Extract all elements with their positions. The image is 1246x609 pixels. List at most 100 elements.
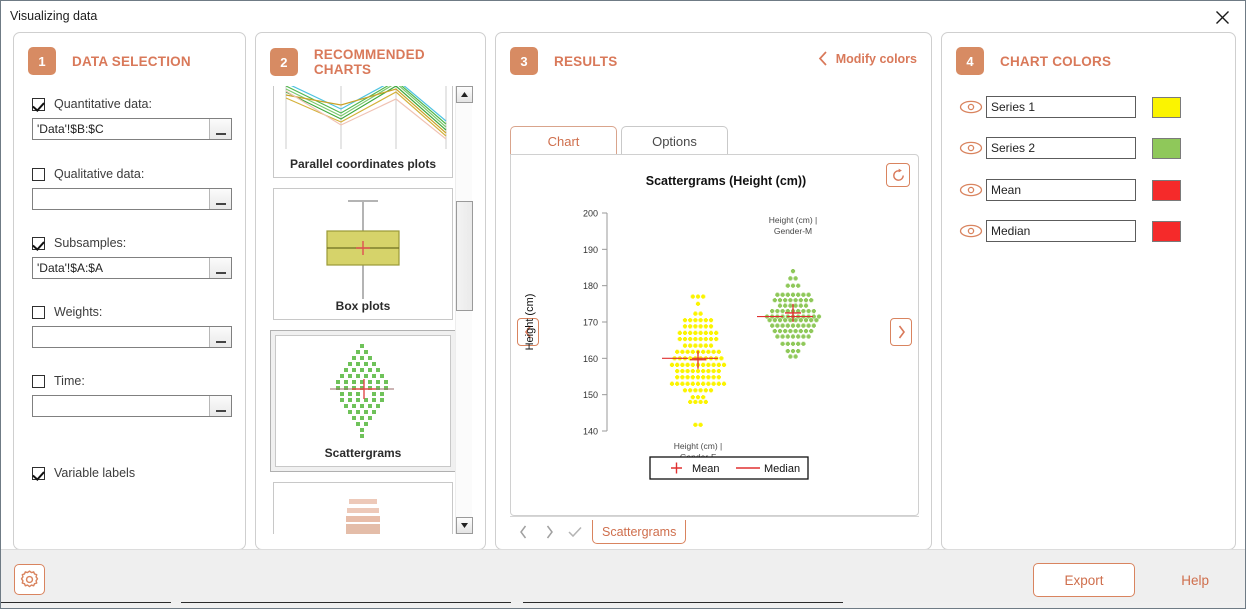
footer-tab-scattergrams[interactable]: Scattergrams bbox=[592, 520, 687, 544]
close-icon[interactable] bbox=[1207, 5, 1237, 29]
field-weights: Weights: bbox=[32, 304, 232, 348]
color-row-series-2 bbox=[956, 137, 1221, 159]
chart-thumbnail-list[interactable]: Parallel coordinates plots Box plots Sca… bbox=[270, 86, 473, 534]
svg-text:Height (cm) |: Height (cm) | bbox=[674, 441, 723, 451]
tab-options[interactable]: Options bbox=[621, 126, 728, 155]
box-plot-icon bbox=[326, 200, 400, 299]
input-qualitative-data[interactable] bbox=[33, 189, 209, 209]
chart-thumb-parallel-coordinates[interactable]: Parallel coordinates plots bbox=[273, 86, 453, 178]
color-row-mean bbox=[956, 179, 1221, 201]
eye-icon[interactable] bbox=[956, 100, 986, 114]
export-button[interactable]: Export bbox=[1033, 563, 1135, 597]
svg-text:160: 160 bbox=[583, 354, 598, 364]
color-swatch-series-1[interactable] bbox=[1152, 96, 1181, 118]
chart-colors-panel: 4 CHART COLORS bbox=[941, 32, 1236, 550]
results-panel: 3 RESULTS Modify colors Chart Options Sc… bbox=[495, 32, 932, 550]
series-name-input-2[interactable] bbox=[986, 137, 1136, 159]
checkbox-time[interactable] bbox=[32, 374, 45, 388]
field-quantitative-data: Quantitative data: bbox=[32, 96, 232, 140]
checkbox-weights[interactable] bbox=[32, 305, 45, 319]
input-weights[interactable] bbox=[33, 327, 209, 347]
chart-colors-header: 4 CHART COLORS bbox=[956, 47, 1111, 75]
footer-next-icon[interactable] bbox=[536, 520, 562, 544]
charts-scrollbar[interactable] bbox=[455, 86, 473, 534]
range-picker-quantitative-icon[interactable] bbox=[209, 119, 231, 139]
recommended-charts-panel: 2 RECOMMENDED CHARTS Parallel coordinate… bbox=[255, 32, 486, 550]
chart-colors-title: CHART COLORS bbox=[1000, 53, 1112, 69]
data-selection-panel: 1 DATA SELECTION Quantitative data: Qual… bbox=[13, 32, 246, 550]
footer-check-icon[interactable] bbox=[562, 520, 588, 544]
gear-icon[interactable] bbox=[14, 564, 45, 595]
field-time: Time: bbox=[32, 373, 232, 417]
chart-thumb-label-box-plots: Box plots bbox=[335, 299, 391, 313]
color-swatch-mean[interactable] bbox=[1152, 179, 1181, 201]
svg-text:140: 140 bbox=[583, 427, 598, 437]
modify-colors-button[interactable]: Modify colors bbox=[818, 51, 917, 66]
chart-thumb-label-scattergrams: Scattergrams bbox=[324, 446, 402, 460]
charts-scrollbar-thumb[interactable] bbox=[456, 201, 473, 311]
svg-text:Scattergrams (Height (cm)): Scattergrams (Height (cm)) bbox=[646, 174, 806, 188]
input-time[interactable] bbox=[33, 396, 209, 416]
svg-text:170: 170 bbox=[583, 318, 598, 328]
recommended-charts-header: 2 RECOMMENDED CHARTS bbox=[270, 47, 485, 77]
svg-text:Height (cm) |: Height (cm) | bbox=[769, 215, 818, 225]
checkbox-subsamples[interactable] bbox=[32, 236, 45, 250]
label-time: Time: bbox=[54, 374, 85, 388]
data-selection-title: DATA SELECTION bbox=[72, 53, 191, 69]
step-number-2: 2 bbox=[270, 48, 298, 76]
visualizing-data-window: Visualizing data 1 DATA SELECTION Quanti… bbox=[0, 0, 1246, 609]
range-picker-time-icon[interactable] bbox=[209, 396, 231, 416]
svg-text:190: 190 bbox=[583, 245, 598, 255]
svg-text:Height (cm): Height (cm) bbox=[524, 294, 536, 351]
step-number-3: 3 bbox=[510, 47, 538, 75]
help-button[interactable]: Help bbox=[1181, 563, 1209, 597]
label-quantitative-data: Quantitative data: bbox=[54, 97, 152, 111]
eye-icon[interactable] bbox=[956, 224, 986, 238]
input-quantitative-data[interactable] bbox=[33, 119, 209, 139]
range-picker-weights-icon[interactable] bbox=[209, 327, 231, 347]
step-number-1: 1 bbox=[28, 47, 56, 75]
parallel-coordinates-icon bbox=[285, 86, 447, 149]
window-title: Visualizing data bbox=[10, 9, 98, 23]
chevron-left-icon bbox=[818, 51, 828, 66]
window-scroll-strip[interactable] bbox=[1, 602, 1245, 608]
chart-thumb-scattergrams[interactable]: Scattergrams bbox=[270, 330, 456, 472]
series-name-input-mean[interactable] bbox=[986, 179, 1136, 201]
svg-text:Gender-M: Gender-M bbox=[774, 226, 812, 236]
scroll-up-icon[interactable] bbox=[456, 86, 473, 103]
label-weights: Weights: bbox=[54, 305, 103, 319]
field-subsamples: Subsamples: bbox=[32, 235, 232, 279]
scroll-down-icon[interactable] bbox=[456, 517, 473, 534]
range-picker-qualitative-icon[interactable] bbox=[209, 189, 231, 209]
series-name-input-median[interactable] bbox=[986, 220, 1136, 242]
label-variable-labels: Variable labels bbox=[54, 466, 136, 480]
footer-prev-icon[interactable] bbox=[510, 520, 536, 544]
chart-thumb-box-plots[interactable]: Box plots bbox=[273, 188, 453, 320]
color-row-median bbox=[956, 220, 1221, 242]
color-row-series-1 bbox=[956, 96, 1221, 118]
checkbox-variable-labels[interactable] bbox=[32, 466, 45, 480]
input-subsamples[interactable] bbox=[33, 258, 209, 278]
bottom-bar: Export Help bbox=[1, 549, 1245, 608]
recommended-charts-title: RECOMMENDED CHARTS bbox=[313, 47, 425, 77]
checkbox-quantitative-data[interactable] bbox=[32, 97, 45, 111]
chart-thumb-next[interactable] bbox=[273, 482, 453, 534]
chart-thumb-label-parallel: Parallel coordinates plots bbox=[289, 157, 437, 171]
svg-text:180: 180 bbox=[583, 281, 598, 291]
color-swatch-median[interactable] bbox=[1152, 220, 1181, 242]
title-bar: Visualizing data bbox=[1, 1, 1245, 32]
checkbox-qualitative-data[interactable] bbox=[32, 167, 45, 181]
chart-footer: Scattergrams bbox=[510, 516, 919, 547]
tab-chart[interactable]: Chart bbox=[510, 126, 617, 155]
eye-icon[interactable] bbox=[956, 141, 986, 155]
series-name-input-1[interactable] bbox=[986, 96, 1136, 118]
color-swatch-series-2[interactable] bbox=[1152, 137, 1181, 159]
svg-text:Mean: Mean bbox=[692, 463, 720, 475]
chart-container: Scattergrams (Height (cm)) 140 150 160 170 18… bbox=[510, 154, 919, 516]
label-qualitative-data: Qualitative data: bbox=[54, 167, 145, 181]
data-selection-header: 1 DATA SELECTION bbox=[28, 47, 191, 75]
field-qualitative-data: Qualitative data: bbox=[32, 166, 232, 210]
range-picker-subsamples-icon[interactable] bbox=[209, 258, 231, 278]
eye-icon[interactable] bbox=[956, 183, 986, 197]
scattergram-plot: Scattergrams (Height (cm)) 140 150 160 170 18… bbox=[524, 174, 829, 480]
